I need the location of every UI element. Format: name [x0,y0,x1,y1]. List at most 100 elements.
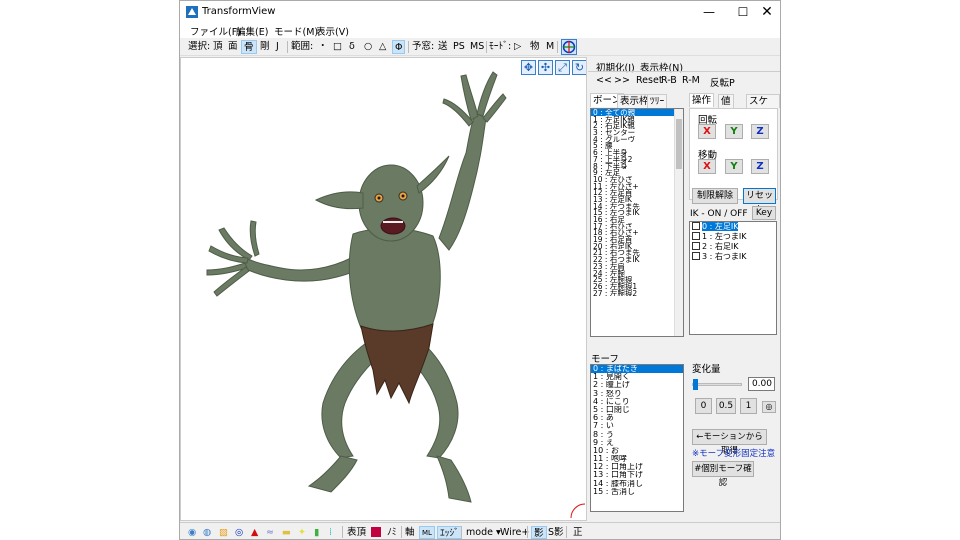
ik-list-item[interactable]: 0 : 左足IK [690,222,776,232]
bone-list-item[interactable]: 23 : 左肩 [591,263,683,270]
mode-m[interactable]: M [546,40,554,54]
mode-physics[interactable]: 物 [530,40,540,54]
range-point[interactable]: ・ [318,40,328,54]
preset-target-icon[interactable]: ◎ [762,401,776,413]
ruby-ms[interactable]: MS [470,40,484,54]
bone-list-item[interactable]: 18 : 右ひざ+ [591,229,683,236]
morph-list-item[interactable]: 0 : まばたき [591,365,683,374]
select-joint[interactable]: J [276,40,279,54]
bone-list-item[interactable]: 11 : 左ひざ+ [591,183,683,190]
reset-all-button[interactable]: Reset [636,75,663,86]
mode-play[interactable]: ▷ [514,40,521,54]
morph-list-item[interactable]: 13 : 口角下げ [591,471,683,479]
morph-list-item[interactable]: 12 : 口角上げ [591,463,683,471]
color-swatch-icon[interactable] [371,527,381,537]
ik-list-item[interactable]: 3 : 右つまIK [690,252,776,262]
move-z-button[interactable]: Z [751,159,769,174]
bone-list-item[interactable]: 20 : 右足IK [591,243,683,250]
material-icon[interactable]: ▲ [251,526,258,539]
texture-icon[interactable]: ▧ [219,526,228,539]
morph-list-item[interactable]: 1 : 見開く [591,373,683,381]
bone-list-item[interactable]: 26 : 左腕捩1 [591,283,683,290]
morph-list-item[interactable]: 7 : い [591,422,683,430]
highlight-icon[interactable]: ✦ [298,526,306,539]
move-y-button[interactable]: Y [725,159,743,174]
rotate-x-button[interactable]: X [698,124,716,139]
preset-0-button[interactable]: 0 [695,398,712,414]
morph-list-item[interactable]: 11 : 咆哮 [591,455,683,463]
tab-scale[interactable]: スケール [746,94,780,121]
ik-checkbox[interactable] [692,222,700,230]
menu-edit[interactable]: 編集(E) [236,24,268,38]
range-rect[interactable]: □ [333,40,342,54]
morph-list-item[interactable]: 6 : あ [591,414,683,422]
bone-list-item[interactable]: 7 : 上半身2 [591,156,683,163]
key-button[interactable]: Key [752,206,776,220]
menu-file[interactable]: ファイル(F) [190,24,241,38]
range-delta[interactable]: δ [349,40,355,54]
range-circle[interactable]: ○ [364,40,372,54]
bone-list-item[interactable]: 21 : 右つま先 [591,249,683,256]
bone-list-item[interactable]: 19 : 右足首 [591,236,683,243]
select-rigid[interactable]: 剛 [260,40,270,54]
morph-list-item[interactable]: 8 : う [591,431,683,439]
bone-list-item[interactable]: 4 : グルーヴ [591,136,683,143]
ruby-send[interactable]: 送 [438,40,448,54]
joint-display-icon[interactable]: ⁞ [329,526,332,539]
tab-tree[interactable]: ﾂﾘｰ [647,94,668,108]
ik-checkbox[interactable] [692,242,700,250]
axis-label[interactable]: 軸 [405,526,415,539]
flip-pose-button[interactable]: 反転P [710,75,735,89]
minimize-button[interactable]: — [692,1,726,23]
grid-icon[interactable]: ◉ [188,526,196,539]
get-from-motion-button[interactable]: ←モーションから取得 [692,429,767,456]
slider-thumb[interactable] [693,379,698,390]
range-triangle[interactable]: △ [379,40,386,54]
reset-morph-button[interactable]: R-M [682,75,700,86]
menu-mode[interactable]: モード(M) [274,24,318,38]
bone-list-item[interactable]: 22 : 右つまIK [591,256,683,263]
bone-list[interactable]: 0 : 全ての親 1 : 左足IK親 2 : 右足IK親 3 : センター 4 : グル… [590,108,684,337]
morph-list-item[interactable]: 9 : え [591,439,683,447]
3d-viewport[interactable]: ✥ ✣ ⤢ ↻ [180,57,587,521]
morph-list[interactable]: 0 : まばたき 1 : 見開く 2 : 瞳上げ 3 : 怒り 4 : にこり 5 : 口… [590,364,684,512]
ik-checkbox[interactable] [692,232,700,240]
next-button[interactable]: >> [614,75,630,86]
morph-list-item[interactable]: 14 : 膝布消し [591,480,683,488]
rotate-y-button[interactable]: Y [725,124,743,139]
bone-list-item[interactable]: 3 : センター [591,129,683,136]
bone-list-item[interactable]: 16 : 右足 [591,216,683,223]
bone-list-item[interactable]: 17 : 右ひざ [591,223,683,230]
bone-list-item[interactable]: 1 : 左足IK親 [591,116,683,123]
vertex-color-icon[interactable]: ▬ [282,526,291,539]
morph-list-item[interactable]: 10 : お [591,447,683,455]
goblin-model[interactable] [181,58,586,520]
bone-list-item[interactable]: 15 : 左つまIK [591,209,683,216]
ruby-ps[interactable]: PS [453,40,465,54]
change-value-input[interactable]: 0.00 [748,377,775,391]
bone-list-scrollbar[interactable] [674,109,683,336]
morph-list-item[interactable]: 15 : 舌消し [591,488,683,496]
change-slider[interactable] [692,379,742,390]
morph-list-item[interactable]: 2 : 瞳上げ [591,381,683,389]
front-view-button[interactable]: 正 [573,526,583,539]
edge-label[interactable]: ｴｯｼﾞ [437,526,463,539]
rotate-z-button[interactable]: Z [751,124,769,139]
ik-list-item[interactable]: 2 : 右足IK [690,242,776,252]
normal-icon[interactable]: ≈ [266,526,274,539]
prev-button[interactable]: << [596,75,612,86]
ink-label[interactable]: 表頂 [347,526,366,539]
shadow-toggle[interactable]: 影 [531,526,547,539]
morph-check-button[interactable]: #個別モーフ確認 [692,461,754,488]
wire-dropdown[interactable]: Wire+ [500,526,529,539]
bone-list-item[interactable]: 10 : 左ひざ [591,176,683,183]
ik-list[interactable]: 0 : 左足IK 1 : 左つまIK 2 : 右足IK 3 : 右つまIK [689,221,777,335]
bone-list-item[interactable]: 6 : 上半身 [591,149,683,156]
bone-list-item[interactable]: 5 : 腰 [591,142,683,149]
bone-list-item[interactable]: 0 : 全ての親 [591,109,683,116]
bone-display-icon[interactable]: ▮ [314,526,319,539]
self-shadow-toggle[interactable]: S影 [548,526,564,539]
morph-list-item[interactable]: 5 : 口閉じ [591,406,683,414]
morph-list-item[interactable]: 4 : にこり [591,398,683,406]
bone-list-item[interactable]: 2 : 右足IK親 [591,122,683,129]
